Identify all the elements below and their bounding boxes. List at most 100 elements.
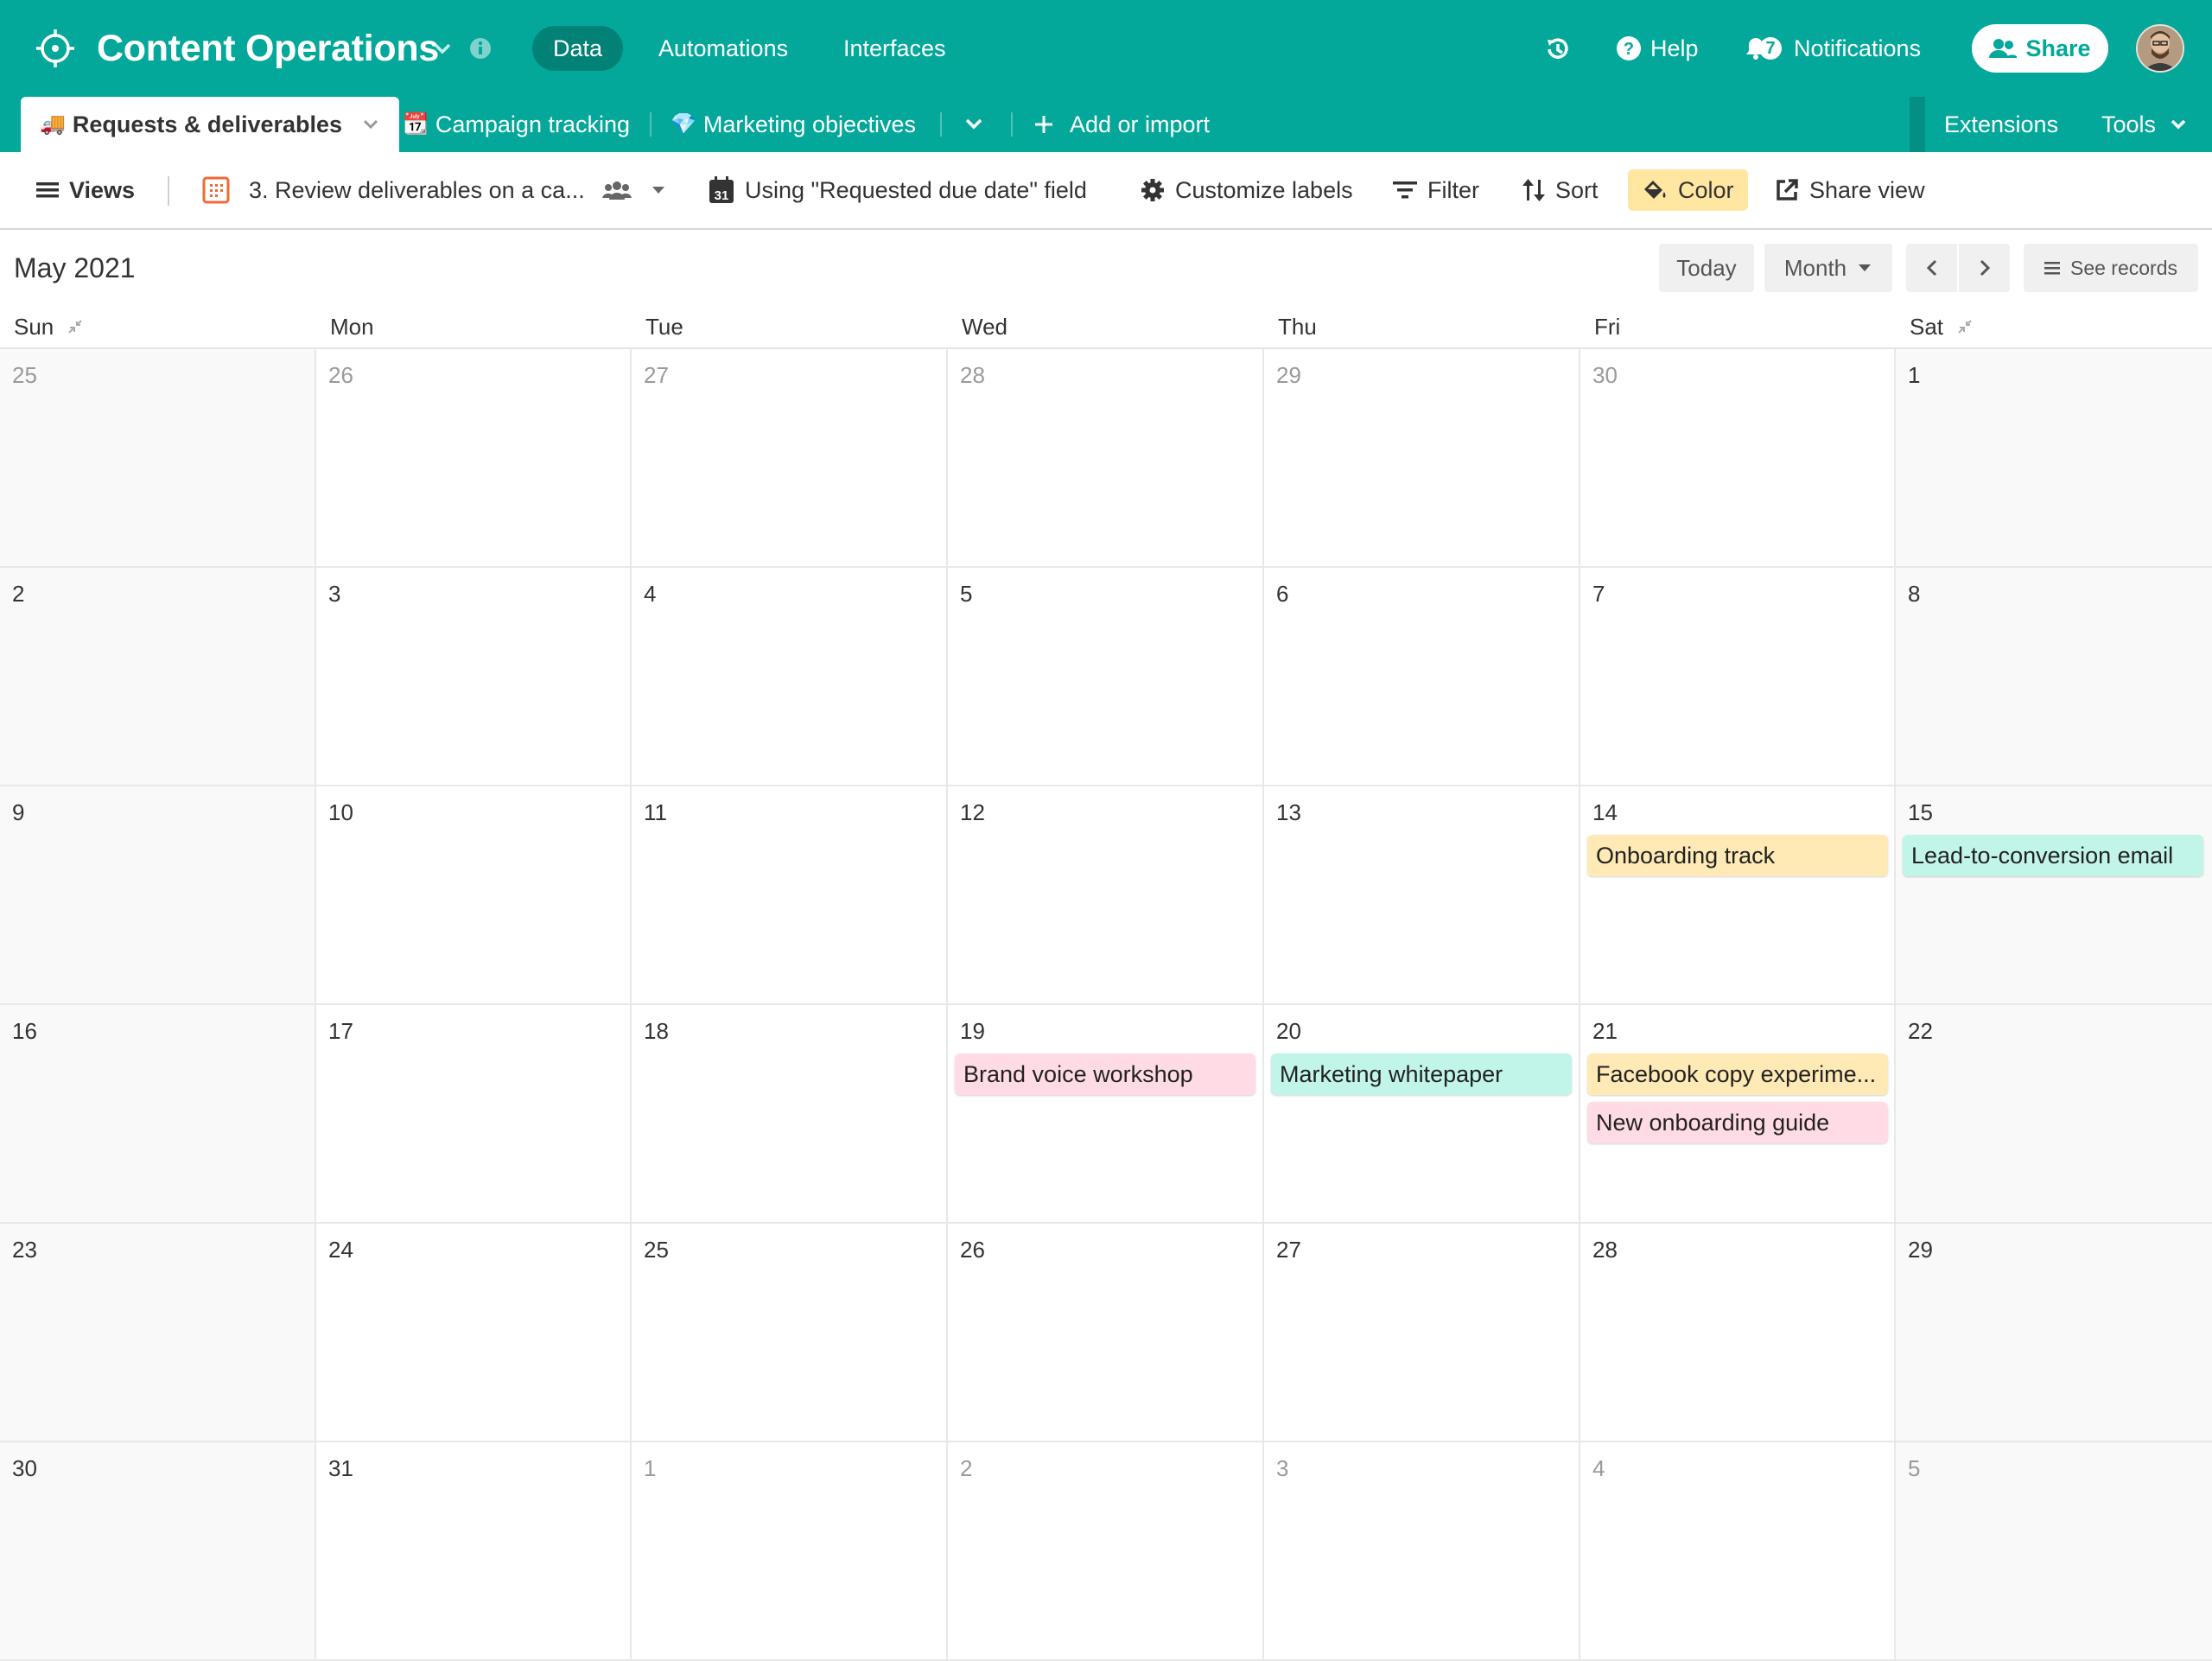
calendar-day-cell[interactable]: 4 <box>632 568 948 786</box>
calendar-day-cell[interactable]: 23 <box>0 1224 316 1442</box>
extensions-button[interactable]: Extensions <box>1944 97 2058 152</box>
calendar-day-cell[interactable]: 3 <box>1264 1442 1580 1661</box>
collaborative-view-icon <box>601 179 632 201</box>
views-button[interactable]: Views <box>36 169 135 211</box>
collapse-weekend-icon[interactable] <box>1955 317 1974 336</box>
calendar-day-cell[interactable]: 27 <box>632 349 948 568</box>
filter-button[interactable]: Filter <box>1393 169 1479 211</box>
calendar-day-cell[interactable]: 7 <box>1580 568 1896 786</box>
calendar-day-cell[interactable]: 29 <box>1264 349 1580 568</box>
calendar-day-cell[interactable]: 25 <box>632 1224 948 1442</box>
range-select[interactable]: Month <box>1764 244 1892 292</box>
calendar-day-cell[interactable]: 5 <box>1896 1442 2212 1661</box>
info-icon[interactable] <box>468 36 493 60</box>
calendar-day-cell[interactable]: 17 <box>316 1005 632 1224</box>
calendar-day-cell[interactable]: 10 <box>316 786 632 1005</box>
chevron-down-icon[interactable] <box>361 118 380 131</box>
menu-icon <box>36 181 59 200</box>
customize-labels-button[interactable]: Customize labels <box>1141 169 1353 211</box>
tab-marketing-objectives[interactable]: 💎 Marketing objectives <box>671 97 916 152</box>
calendar-day-cell[interactable]: 25 <box>0 349 316 568</box>
nav-interfaces[interactable]: Interfaces <box>823 26 967 71</box>
calendar-day-cell[interactable]: 1 <box>1896 349 2212 568</box>
add-or-import-button[interactable]: Add or import <box>1033 97 1210 152</box>
share-button[interactable]: Share <box>1972 24 2108 73</box>
sort-icon <box>1522 178 1545 202</box>
calendar-day-cell[interactable]: 14 Onboarding track <box>1580 786 1896 1005</box>
view-switcher[interactable]: 3. Review deliverables on a ca... <box>202 169 666 211</box>
filter-label: Filter <box>1427 177 1479 203</box>
history-icon[interactable] <box>1543 35 1573 64</box>
color-button[interactable]: Color <box>1628 169 1748 211</box>
calendar-day-cell[interactable]: 30 <box>1580 349 1896 568</box>
calendar-day-cell[interactable]: 2 <box>948 1442 1264 1661</box>
calendar-view-icon <box>202 176 230 204</box>
calendar-event[interactable]: Marketing whitepaper <box>1271 1053 1572 1095</box>
top-bar: Content Operations Data Automations Inte… <box>0 0 2212 97</box>
calendar-event[interactable]: New onboarding guide <box>1587 1102 1888 1143</box>
calendar-day-cell[interactable]: 19 Brand voice workshop <box>948 1005 1264 1224</box>
base-logo-icon[interactable] <box>33 26 78 71</box>
next-month-button[interactable] <box>1960 244 2010 292</box>
day-number: 28 <box>960 362 985 388</box>
notifications-button[interactable]: 7 Notifications <box>1744 26 1921 71</box>
calendar-day-cell[interactable]: 18 <box>632 1005 948 1224</box>
help-button[interactable]: ? Help <box>1616 26 1699 71</box>
calendar-day-cell[interactable]: 4 <box>1580 1442 1896 1661</box>
chevron-down-icon[interactable] <box>429 38 456 59</box>
see-records-button[interactable]: See records <box>2024 244 2198 292</box>
calendar-day-cell[interactable]: 22 <box>1896 1005 2212 1224</box>
calendar-event[interactable]: Facebook copy experime... <box>1587 1053 1888 1095</box>
calendar-day-cell[interactable]: 28 <box>948 349 1264 568</box>
calendar-day-cell[interactable]: 13 <box>1264 786 1580 1005</box>
calendar-event[interactable]: Brand voice workshop <box>955 1053 1255 1095</box>
today-button[interactable]: Today <box>1659 244 1754 292</box>
calendar-day-cell[interactable]: 12 <box>948 786 1264 1005</box>
calendar-day-cell[interactable]: 26 <box>316 349 632 568</box>
calendar-day-cell[interactable]: 16 <box>0 1005 316 1224</box>
calendar-event[interactable]: Onboarding track <box>1587 835 1888 876</box>
avatar[interactable] <box>2136 24 2184 73</box>
nav-automations[interactable]: Automations <box>638 26 809 71</box>
calendar-day-cell[interactable]: 31 <box>316 1442 632 1661</box>
calendar-day-cell[interactable]: 20 Marketing whitepaper <box>1264 1005 1580 1224</box>
external-link-icon <box>1775 178 1799 202</box>
calendar-day-cell[interactable]: 27 <box>1264 1224 1580 1442</box>
calendar-day-cell[interactable]: 8 <box>1896 568 2212 786</box>
calendar-day-cell[interactable]: 15 Lead-to-conversion email <box>1896 786 2212 1005</box>
share-view-button[interactable]: Share view <box>1775 169 1925 211</box>
calendar-day-cell[interactable]: 3 <box>316 568 632 786</box>
day-number: 8 <box>1908 581 1921 607</box>
collapse-weekend-icon[interactable] <box>66 317 85 336</box>
calendar-day-cell[interactable]: 2 <box>0 568 316 786</box>
day-number: 25 <box>644 1237 669 1263</box>
tools-button[interactable]: Tools <box>2101 97 2189 152</box>
calendar-day-cell[interactable]: 5 <box>948 568 1264 786</box>
date-field-button[interactable]: 31 Using "Requested due date" field <box>709 169 1087 211</box>
calendar-day-cell[interactable]: 24 <box>316 1224 632 1442</box>
calendar-day-cell[interactable]: 21 Facebook copy experime... New onboardin… <box>1580 1005 1896 1224</box>
tab-requests-deliverables[interactable]: 🚚 Requests & deliverables <box>21 97 400 152</box>
day-number: 26 <box>960 1237 985 1263</box>
chevron-right-icon <box>1960 244 2010 292</box>
calendar-day-cell[interactable]: 9 <box>0 786 316 1005</box>
previous-month-button[interactable] <box>1907 244 1959 292</box>
day-number: 4 <box>1592 1455 1605 1481</box>
calendar-day-cell[interactable]: 6 <box>1264 568 1580 786</box>
calendar-day-cell[interactable]: 28 <box>1580 1224 1896 1442</box>
calendar-event[interactable]: Lead-to-conversion email <box>1903 835 2203 876</box>
calendar-day-cell[interactable]: 1 <box>632 1442 948 1661</box>
sort-button[interactable]: Sort <box>1522 169 1599 211</box>
views-label: Views <box>69 177 136 203</box>
svg-text:31: 31 <box>715 188 729 203</box>
weekday-thu: Thu <box>1278 309 1317 344</box>
date-field-label: Using "Requested due date" field <box>745 177 1087 203</box>
more-tables-button[interactable] <box>961 97 987 152</box>
calendar-day-cell[interactable]: 26 <box>948 1224 1264 1442</box>
calendar-day-cell[interactable]: 30 <box>0 1442 316 1661</box>
calendar-day-cell[interactable]: 29 <box>1896 1224 2212 1442</box>
base-title[interactable]: Content Operations <box>97 24 439 73</box>
calendar-day-cell[interactable]: 11 <box>632 786 948 1005</box>
tab-campaign-tracking[interactable]: 📆 Campaign tracking <box>403 97 630 152</box>
nav-data[interactable]: Data <box>532 26 624 71</box>
